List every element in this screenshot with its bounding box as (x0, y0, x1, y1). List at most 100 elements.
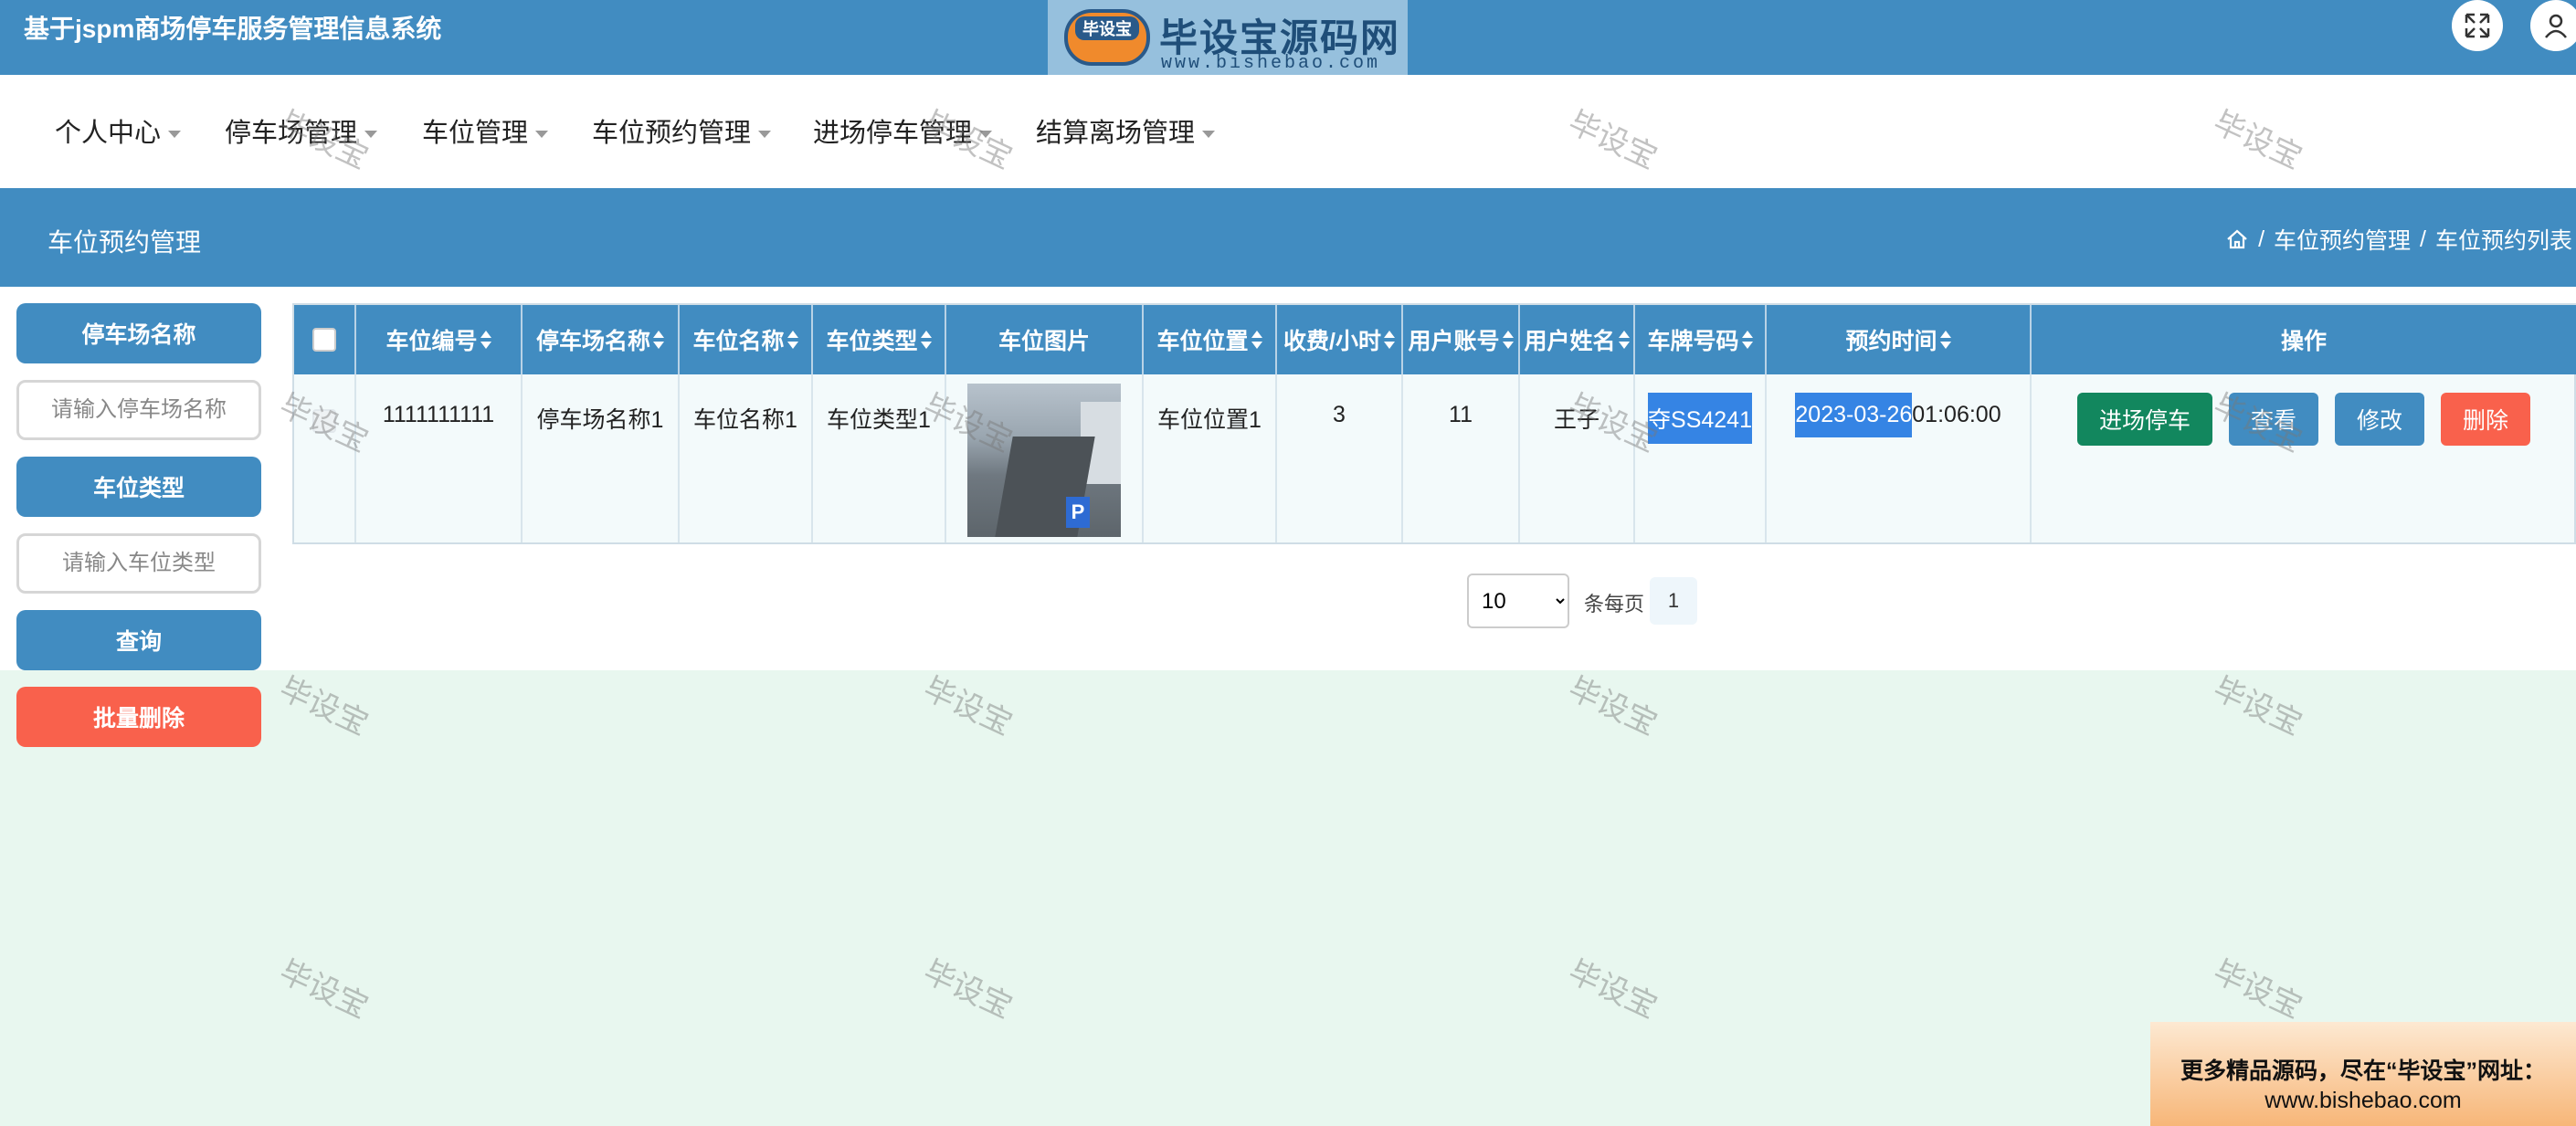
nav-item-label: 车位预约管理 (592, 119, 752, 148)
sort-icon[interactable] (1502, 330, 1514, 350)
lot-name-input[interactable] (16, 380, 261, 440)
page-size-select[interactable]: 10 (1467, 574, 1569, 628)
header-label: 车牌号码 (1647, 329, 1739, 354)
sort-icon[interactable] (1741, 330, 1753, 350)
sort-icon[interactable] (653, 330, 664, 350)
watermark: 毕设宝 (2208, 670, 2307, 742)
header-lot-name[interactable]: 停车场名称 (523, 305, 680, 374)
breadcrumb-separator: / (2258, 226, 2265, 252)
user-icon[interactable] (2530, 0, 2576, 51)
cell-user-name: 王子 (1520, 374, 1635, 542)
nav-item-settlement[interactable]: 结算离场管理 (1036, 111, 1216, 150)
nav-item-entry[interactable]: 进场停车管理 (813, 111, 993, 150)
header-plate-no[interactable]: 车牌号码 (1635, 305, 1767, 374)
row-checkbox[interactable] (312, 409, 336, 433)
header-label: 预约时间 (1845, 329, 1937, 354)
header-select-all[interactable] (294, 305, 356, 374)
promo-banner: 更多精品源码，尽在“毕设宝”网址： www.bishebao.com (2150, 1022, 2576, 1126)
sort-icon[interactable] (1383, 330, 1395, 350)
search-button[interactable]: 查询 (16, 610, 261, 670)
top-bar: 基于jspm商场停车服务管理信息系统 毕设宝 毕设宝源码网 www.bisheb… (0, 0, 2576, 75)
header-label: 车位编号 (385, 329, 478, 354)
header-label: 车位名称 (692, 329, 785, 354)
cell-space-location: 车位位置1 (1144, 374, 1277, 542)
sort-icon[interactable] (787, 330, 798, 350)
watermark: 毕设宝 (274, 670, 374, 742)
breadcrumb: / 车位预约管理 / 车位预约列表 (2225, 223, 2572, 256)
expand-icon[interactable] (2452, 0, 2503, 51)
caret-down-icon (364, 131, 378, 139)
header-space-name[interactable]: 车位名称 (680, 305, 813, 374)
sort-icon[interactable] (920, 330, 932, 350)
header-fee[interactable]: 收费/小时 (1277, 305, 1403, 374)
nav-item-space[interactable]: 车位管理 (422, 111, 549, 150)
cell-fee: 3 (1277, 374, 1403, 542)
view-button[interactable]: 查看 (2228, 393, 2318, 446)
select-all-checkbox[interactable] (312, 328, 336, 352)
lot-name-label: 停车场名称 (16, 303, 261, 363)
nav-item-label: 车位管理 (422, 119, 529, 148)
caret-down-icon (979, 131, 993, 139)
cell-space-no: 1111111111 (356, 374, 523, 542)
header-label: 用户账号 (1408, 329, 1500, 354)
edit-button[interactable]: 修改 (2335, 393, 2425, 446)
caret-down-icon (1202, 131, 1216, 139)
header-reserve-time[interactable]: 预约时间 (1767, 305, 2032, 374)
watermark: 毕设宝 (918, 670, 1018, 742)
watermark: 毕设宝 (1563, 670, 1663, 742)
nav-item-label: 结算离场管理 (1036, 119, 1196, 148)
cell-user-account: 11 (1403, 374, 1520, 542)
page-title: 车位预约管理 (48, 228, 202, 257)
cell-space-image: P (946, 374, 1144, 542)
header-label: 用户姓名 (1524, 329, 1616, 354)
sort-icon[interactable] (480, 330, 491, 350)
watermark: 毕设宝 (918, 953, 1018, 1026)
header-label: 车位类型 (826, 329, 918, 354)
caret-down-icon (758, 131, 772, 139)
nav-item-reservation[interactable]: 车位预约管理 (592, 111, 772, 150)
parking-space-image[interactable]: P (967, 384, 1121, 537)
header-space-type[interactable]: 车位类型 (813, 305, 946, 374)
logo-badge: 毕设宝 (1064, 9, 1150, 66)
header-user-name[interactable]: 用户姓名 (1520, 305, 1635, 374)
header-label: 停车场名称 (535, 329, 650, 354)
sort-icon[interactable] (1939, 330, 1951, 350)
nav-item-label: 个人中心 (55, 119, 162, 148)
sort-icon[interactable] (1618, 330, 1630, 350)
nav-item-parking-lot[interactable]: 停车场管理 (225, 111, 378, 150)
nav-item-label: 停车场管理 (225, 119, 358, 148)
logo-badge-text: 毕设宝 (1075, 16, 1139, 40)
delete-button[interactable]: 删除 (2441, 393, 2531, 446)
section-header: 车位预约管理 / 车位预约管理 / 车位预约列表 (0, 188, 2576, 287)
sort-icon[interactable] (1251, 330, 1262, 350)
header-space-location[interactable]: 车位位置 (1144, 305, 1277, 374)
logo-url-text: www.bishebao.com (1161, 53, 1381, 74)
batch-delete-button[interactable]: 批量删除 (16, 687, 261, 747)
per-page-label: 条每页 (1584, 593, 1645, 616)
plate-no-selected-text: 夺SS4241 (1648, 393, 1752, 444)
header-label: 收费/小时 (1283, 329, 1381, 354)
cell-lot-name: 停车场名称1 (523, 374, 680, 542)
caret-down-icon (168, 131, 182, 139)
app-title: 基于jspm商场停车服务管理信息系统 (24, 15, 442, 43)
space-type-input[interactable] (16, 533, 261, 594)
cell-plate-no: 夺SS4241 (1635, 374, 1767, 542)
site-logo: 毕设宝 毕设宝源码网 www.bishebao.com (1048, 0, 1408, 75)
home-icon[interactable] (2225, 227, 2249, 251)
promo-banner-url[interactable]: www.bishebao.com (2150, 1088, 2576, 1114)
header-space-image: 车位图片 (946, 305, 1144, 374)
cell-actions: 进场停车 查看 修改 删除 (2032, 374, 2576, 542)
cell-reserve-time: 2023-03-26 01:06:00 (1767, 374, 2032, 542)
nav-menu: 个人中心 停车场管理 车位管理 车位预约管理 进场停车管理 结算离场管理 (0, 75, 2576, 188)
enter-parking-button[interactable]: 进场停车 (2076, 393, 2212, 446)
header-space-no[interactable]: 车位编号 (356, 305, 523, 374)
breadcrumb-separator: / (2420, 226, 2426, 252)
breadcrumb-parent[interactable]: 车位预约管理 (2274, 223, 2411, 256)
nav-item-label: 进场停车管理 (813, 119, 973, 148)
parking-sign-icon: P (1066, 497, 1090, 528)
row-select-cell[interactable] (294, 374, 356, 542)
caret-down-icon (535, 131, 549, 139)
nav-item-personal-center[interactable]: 个人中心 (55, 111, 182, 150)
header-user-account[interactable]: 用户账号 (1403, 305, 1520, 374)
page-number-current[interactable]: 1 (1650, 577, 1697, 625)
